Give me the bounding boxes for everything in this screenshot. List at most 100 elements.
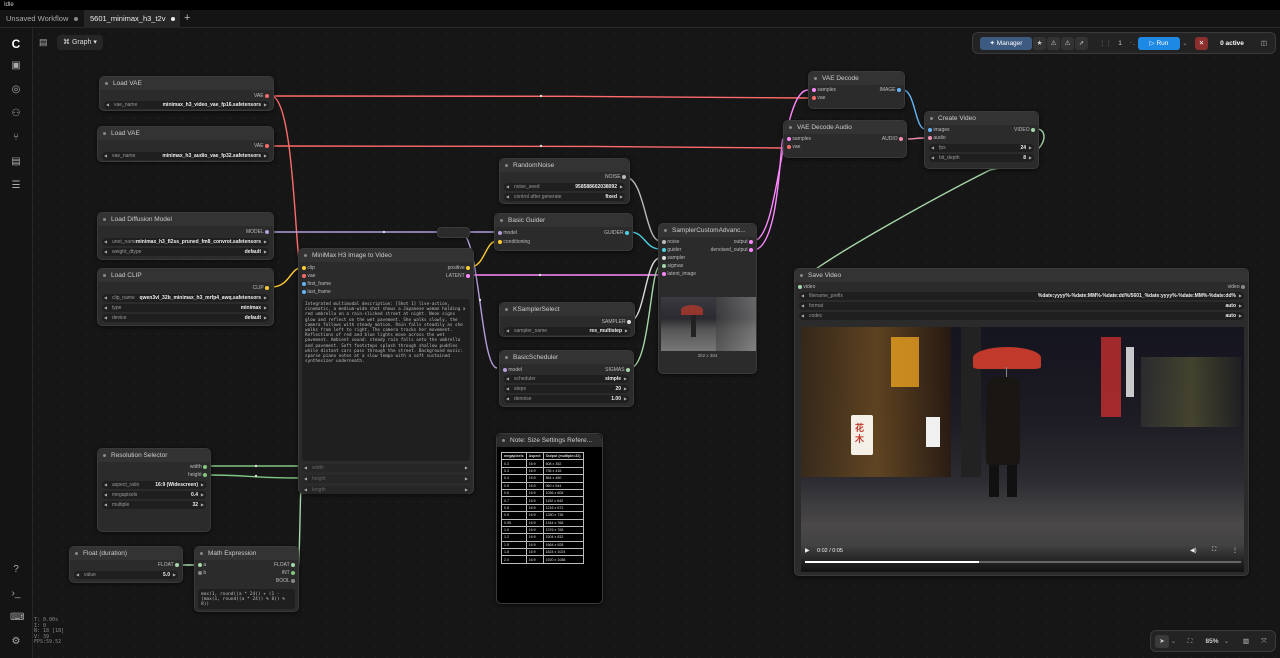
widget-type[interactable]: typeminimax (102, 304, 269, 312)
widget-bit-depth[interactable]: bit_depth8 (929, 154, 1034, 162)
output-latent[interactable]: LATENT (446, 273, 470, 279)
input-clip[interactable]: clip (302, 265, 315, 271)
play-icon[interactable]: ▶ (805, 547, 810, 554)
output-video[interactable]: video (1228, 284, 1245, 290)
widget-steps[interactable]: steps20 (504, 385, 629, 393)
widget-multiple[interactable]: multiple32 (102, 501, 206, 509)
models-icon[interactable]: ◎ (10, 84, 22, 96)
more-options-icon[interactable]: ⋮ (1232, 547, 1238, 554)
node-vae-decode[interactable]: VAE Decode samples vae IMAGE (808, 71, 905, 109)
node-load-clip[interactable]: Load CLIP CLIP clip_nameqwen3vl_32b_mini… (97, 268, 274, 326)
node-load-vae-audio[interactable]: Load VAE VAE vae_nameminimax_h3_audio_va… (97, 126, 274, 162)
cancel-run-icon[interactable]: ✕ (1195, 37, 1208, 50)
video-progress-track[interactable] (805, 561, 1241, 563)
input-vae[interactable]: vae (812, 95, 825, 101)
output-vae[interactable]: VAE (254, 143, 269, 149)
output-height[interactable]: height (188, 472, 207, 478)
node-float-duration[interactable]: Float (duration) FLOAT value5.0 (69, 546, 183, 583)
input-first-frame[interactable]: first_frame (302, 281, 331, 287)
output-guider[interactable]: GUIDER (604, 230, 629, 236)
node-vae-decode-audio[interactable]: VAE Decode Audio samples vae AUDIO (783, 120, 907, 158)
workflows-icon[interactable]: ⑂ (10, 132, 22, 144)
widget-value[interactable]: value5.0 (74, 571, 178, 579)
share-icon[interactable]: ➚ (1075, 37, 1088, 50)
node-load-vae-video[interactable]: Load VAE VAE vae_nameminimax_h3_video_va… (99, 76, 274, 111)
canvas-menu-icon[interactable]: ▤ (39, 37, 48, 48)
add-tab-icon[interactable]: + (184, 12, 190, 24)
output-denoised-output[interactable]: denoised_output (711, 247, 753, 253)
queue-icon[interactable]: ☰ (10, 180, 22, 192)
node-random-noise[interactable]: RandomNoise NOISE noise_seed958588602038… (499, 158, 630, 204)
widget-sampler-name[interactable]: sampler_nameres_multistep (504, 327, 630, 335)
node-resolution-selector[interactable]: Resolution Selector width height aspect_… (97, 448, 211, 532)
output-float[interactable]: FLOAT (158, 562, 179, 568)
widget-clip-name[interactable]: clip_nameqwen3vl_32b_minimax_h3_mrfp4_aw… (102, 294, 269, 302)
stepper-icon[interactable]: ⌃⌄ (1129, 37, 1136, 50)
output-sampler[interactable]: SAMPLER (602, 319, 631, 325)
widget-weight-dtype[interactable]: weight_dtypedefault (102, 248, 269, 256)
manager-button[interactable]: ✦ Manager (980, 37, 1032, 50)
zoom-chevron-icon[interactable]: ⌄ (1223, 635, 1230, 648)
templates-icon[interactable]: ▤ (10, 156, 22, 168)
video-player[interactable]: 花木 (801, 327, 1244, 572)
node-math-expression[interactable]: Math Expression a b FLOAT INT BOOL max(1… (194, 546, 299, 612)
node-basic-guider[interactable]: Basic Guider model conditioning GUIDER (494, 213, 633, 251)
input-b[interactable]: b (198, 570, 206, 576)
output-model[interactable]: MODEL (246, 229, 269, 235)
help-icon[interactable]: ? (10, 564, 22, 576)
node-sampler-custom-advanced[interactable]: SamplerCustomAdvanc... noise guider samp… (658, 223, 757, 374)
node-reroute[interactable] (437, 227, 470, 238)
output-float[interactable]: FLOAT (274, 562, 295, 568)
warning-icon[interactable]: ⚠ (1061, 37, 1074, 50)
tab-unsaved-workflow[interactable]: Unsaved Workflow (0, 10, 83, 28)
run-options-chevron-icon[interactable]: ⌄ (1181, 37, 1189, 50)
node-save-video[interactable]: Save Video video video filename_prefix%d… (794, 268, 1249, 576)
tab-5601-minimax[interactable]: 5601_minimax_h3_t2v (84, 10, 180, 28)
node-library-icon[interactable]: ⚇ (10, 108, 22, 120)
node-minimax-h3-image-to-video[interactable]: MiniMax H3 Image to Video clip vae first… (298, 248, 474, 494)
widget-scheduler[interactable]: schedulersimple (504, 375, 629, 383)
output-clip[interactable]: CLIP (253, 285, 269, 291)
input-last-frame[interactable]: last_frame (302, 289, 331, 295)
node-note-size-settings[interactable]: Note: Size Settings Refere... megapixels… (496, 433, 603, 604)
input-vae[interactable]: vae (787, 144, 800, 150)
fullscreen-icon[interactable]: ⛶ (1212, 547, 1216, 554)
star-icon[interactable]: ★ (1033, 37, 1046, 50)
output-sigmas[interactable]: SIGMAS (605, 367, 630, 373)
widget-unet-name[interactable]: unet_nameminimax_h3_fl2ss_pruned_fm8_con… (102, 238, 269, 246)
zoom-level[interactable]: 85% (1201, 635, 1223, 648)
widget-device[interactable]: devicedefault (102, 314, 269, 322)
nodes-icon[interactable]: ⚠ (1047, 37, 1060, 50)
widget-vae-name[interactable]: vae_nameminimax_h3_video_vae_fp16.safete… (104, 101, 269, 109)
output-int[interactable]: INT (282, 570, 295, 576)
drag-handle-icon[interactable]: ⋮⋮ (1099, 37, 1112, 50)
widget-format[interactable]: formatauto (799, 302, 1244, 310)
output-image[interactable]: IMAGE (879, 87, 901, 93)
images-icon[interactable]: ▣ (10, 60, 22, 72)
fit-view-icon[interactable]: ⛶ (1183, 635, 1197, 648)
widget-filename-prefix[interactable]: filename_prefix%date:yyyy%-%date:MM%-%da… (799, 292, 1244, 300)
settings-gear-icon[interactable]: ⚙ (10, 636, 22, 648)
input-samples[interactable]: samples (812, 87, 836, 93)
input-images[interactable]: images (928, 127, 950, 133)
output-video[interactable]: VIDEO (1014, 127, 1035, 133)
run-count-input[interactable]: 1 (1111, 37, 1129, 50)
input-audio[interactable]: audio (928, 135, 946, 141)
node-basic-scheduler[interactable]: BasicScheduler model SIGMAS schedulersim… (499, 350, 634, 407)
pointer-mode-chevron-icon[interactable]: ⌄ (1170, 635, 1177, 648)
output-output[interactable]: output (734, 239, 753, 245)
prompt-textarea[interactable]: Integrated multimodal description: [Shot… (302, 299, 470, 461)
node-load-diffusion-model[interactable]: Load Diffusion Model MODEL unet_namemini… (97, 212, 274, 260)
widget-codec[interactable]: codecauto (799, 312, 1244, 320)
input-sigmas[interactable]: sigmas (662, 263, 683, 269)
output-width[interactable]: width (190, 464, 207, 470)
input-a[interactable]: a (198, 562, 206, 568)
widget-noise-seed[interactable]: noise_seed958588602038092 (504, 183, 625, 191)
input-noise[interactable]: noise (662, 239, 679, 245)
run-button[interactable]: ▷ Run (1138, 37, 1180, 50)
node-ksampler-select[interactable]: KSamplerSelect SAMPLER sampler_nameres_m… (499, 302, 635, 337)
volume-icon[interactable]: ◀) (1190, 547, 1197, 554)
panel-toggle-icon[interactable]: ◫ (1257, 37, 1271, 50)
input-sampler[interactable]: sampler (662, 255, 685, 261)
output-audio[interactable]: AUDIO (882, 136, 903, 142)
